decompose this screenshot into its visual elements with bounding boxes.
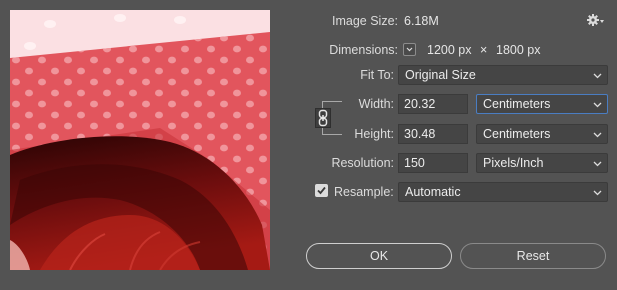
chevron-down-icon <box>406 47 413 52</box>
image-preview[interactable] <box>10 10 270 270</box>
width-unit-value: Centimeters <box>483 97 551 111</box>
ok-button-label: OK <box>369 249 389 263</box>
height-label: Height: <box>354 127 394 141</box>
chevron-down-icon <box>593 102 602 108</box>
chain-link-icon <box>318 109 328 127</box>
height-unit-select[interactable]: Centimeters <box>476 124 608 144</box>
dimensions-times: × <box>480 43 488 57</box>
ok-button[interactable]: OK <box>306 243 452 269</box>
chevron-down-icon <box>593 73 602 79</box>
image-size-value: 6.18M <box>404 14 439 28</box>
width-label: Width: <box>358 97 394 111</box>
resolution-unit-select[interactable]: Pixels/Inch <box>476 153 608 173</box>
resample-value: Automatic <box>405 185 461 199</box>
dimensions-label: Dimensions: <box>329 43 398 57</box>
gear-icon[interactable] <box>587 13 605 27</box>
image-size-label: Image Size: <box>331 14 398 28</box>
dimensions-height: 1800 px <box>496 43 541 57</box>
width-unit-select[interactable]: Centimeters <box>476 94 608 114</box>
chevron-down-icon <box>593 132 602 138</box>
fit-to-label: Fit To: <box>360 68 394 82</box>
checkmark-icon <box>317 186 326 195</box>
fit-to-value: Original Size <box>405 68 476 82</box>
reset-button[interactable]: Reset <box>460 243 606 269</box>
preview-image <box>10 10 270 270</box>
resolution-input[interactable]: 150 <box>398 153 468 173</box>
height-unit-value: Centimeters <box>483 127 551 141</box>
resample-checkbox[interactable] <box>315 184 328 197</box>
fit-to-select[interactable]: Original Size <box>398 65 608 85</box>
chevron-down-icon <box>593 161 602 167</box>
constrain-proportions-toggle[interactable] <box>315 108 331 128</box>
chevron-down-icon <box>593 190 602 196</box>
resolution-label: Resolution: <box>331 156 394 170</box>
reset-button-label: Reset <box>516 249 550 263</box>
resolution-unit-value: Pixels/Inch <box>483 156 544 170</box>
dimensions-unit-dropdown[interactable] <box>403 43 416 56</box>
resample-label: Resample: <box>334 185 394 199</box>
resample-select[interactable]: Automatic <box>398 182 608 202</box>
height-input[interactable]: 30.48 <box>398 124 468 144</box>
dimensions-width: 1200 px <box>427 43 472 57</box>
width-input[interactable]: 20.32 <box>398 94 468 114</box>
